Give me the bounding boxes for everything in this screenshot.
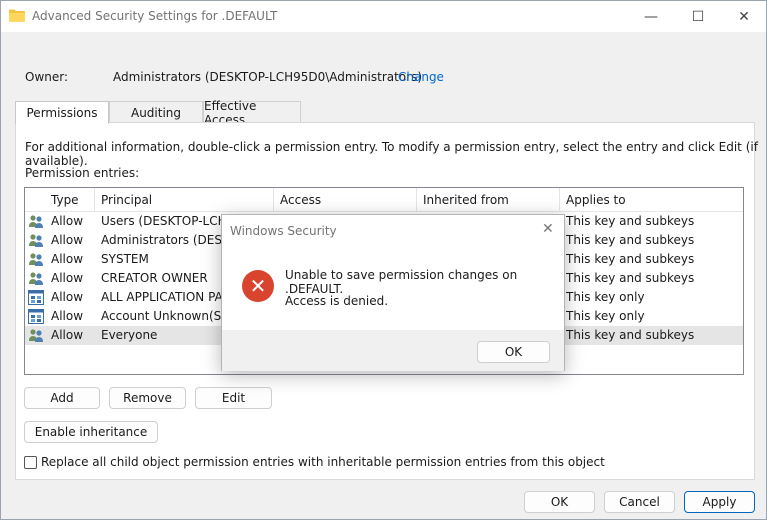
entry-type: Allow	[51, 233, 84, 247]
users-icon	[29, 329, 43, 342]
entry-applies-to: This key and subkeys	[566, 271, 695, 285]
entry-type: Allow	[51, 290, 84, 304]
users-icon	[29, 234, 43, 247]
owner-value: Administrators (DESKTOP-LCH95D0\Administ…	[113, 70, 423, 84]
entry-type: Allow	[51, 271, 84, 285]
maximize-button[interactable]: ☐	[675, 1, 721, 32]
entry-type: Allow	[51, 328, 84, 342]
edit-button[interactable]: Edit	[195, 387, 272, 409]
window-title: Advanced Security Settings for .DEFAULT	[32, 9, 278, 23]
dialog-title: Windows Security	[230, 224, 337, 238]
advanced-security-window: Advanced Security Settings for .DEFAULT …	[0, 0, 767, 520]
change-owner-link[interactable]: Change	[398, 70, 444, 84]
permission-entries-label: Permission entries:	[25, 166, 140, 180]
enable-inheritance-button[interactable]: Enable inheritance	[24, 421, 158, 443]
tab-permissions[interactable]: Permissions	[15, 101, 109, 124]
entry-applies-to: This key only	[566, 309, 645, 323]
column-header-principal[interactable]: Principal	[95, 188, 274, 212]
column-header-inherited-from[interactable]: Inherited from	[417, 188, 560, 212]
column-header-type[interactable]: Type	[45, 188, 95, 212]
users-icon	[29, 272, 43, 285]
tab-auditing[interactable]: Auditing	[109, 101, 203, 123]
users-icon	[29, 215, 43, 228]
error-icon: ✕	[242, 270, 274, 302]
ok-button[interactable]: OK	[524, 491, 595, 513]
windows-security-dialog: Windows Security ✕ ✕ Unable to save perm…	[221, 214, 565, 371]
dialog-close-button[interactable]: ✕	[542, 221, 554, 237]
entry-applies-to: This key and subkeys	[566, 214, 695, 228]
column-header-applies-to[interactable]: Applies to	[560, 188, 743, 212]
entry-type: Allow	[51, 309, 84, 323]
minimize-button[interactable]: —	[628, 1, 674, 32]
entry-type: Allow	[51, 252, 84, 266]
title-bar[interactable]: Advanced Security Settings for .DEFAULT …	[1, 1, 766, 32]
add-button[interactable]: Add	[24, 387, 100, 409]
app-package-icon	[28, 290, 44, 305]
remove-button[interactable]: Remove	[109, 387, 186, 409]
column-header-access[interactable]: Access	[274, 188, 417, 212]
list-header: Type Principal Access Inherited from App…	[25, 188, 743, 212]
cancel-button[interactable]: Cancel	[604, 491, 675, 513]
replace-child-permissions-label: Replace all child object permission entr…	[41, 455, 605, 469]
replace-child-permissions-checkbox[interactable]	[24, 456, 37, 469]
dialog-ok-button[interactable]: OK	[477, 341, 550, 363]
entry-applies-to: This key and subkeys	[566, 233, 695, 247]
folder-icon	[9, 9, 25, 22]
entry-applies-to: This key and subkeys	[566, 328, 695, 342]
info-text: For additional information, double-click…	[25, 140, 758, 168]
tab-effective-access[interactable]: Effective Access	[203, 99, 301, 127]
entry-type: Allow	[51, 214, 84, 228]
entry-applies-to: This key and subkeys	[566, 252, 695, 266]
dialog-message: Unable to save permission changes on .DE…	[285, 268, 518, 296]
app-package-icon	[28, 309, 44, 324]
dialog-detail: Access is denied.	[285, 294, 389, 308]
owner-label: Owner:	[25, 70, 69, 84]
close-button[interactable]: ✕	[721, 1, 767, 32]
users-icon	[29, 253, 43, 266]
entry-applies-to: This key only	[566, 290, 645, 304]
apply-button[interactable]: Apply	[684, 491, 755, 513]
